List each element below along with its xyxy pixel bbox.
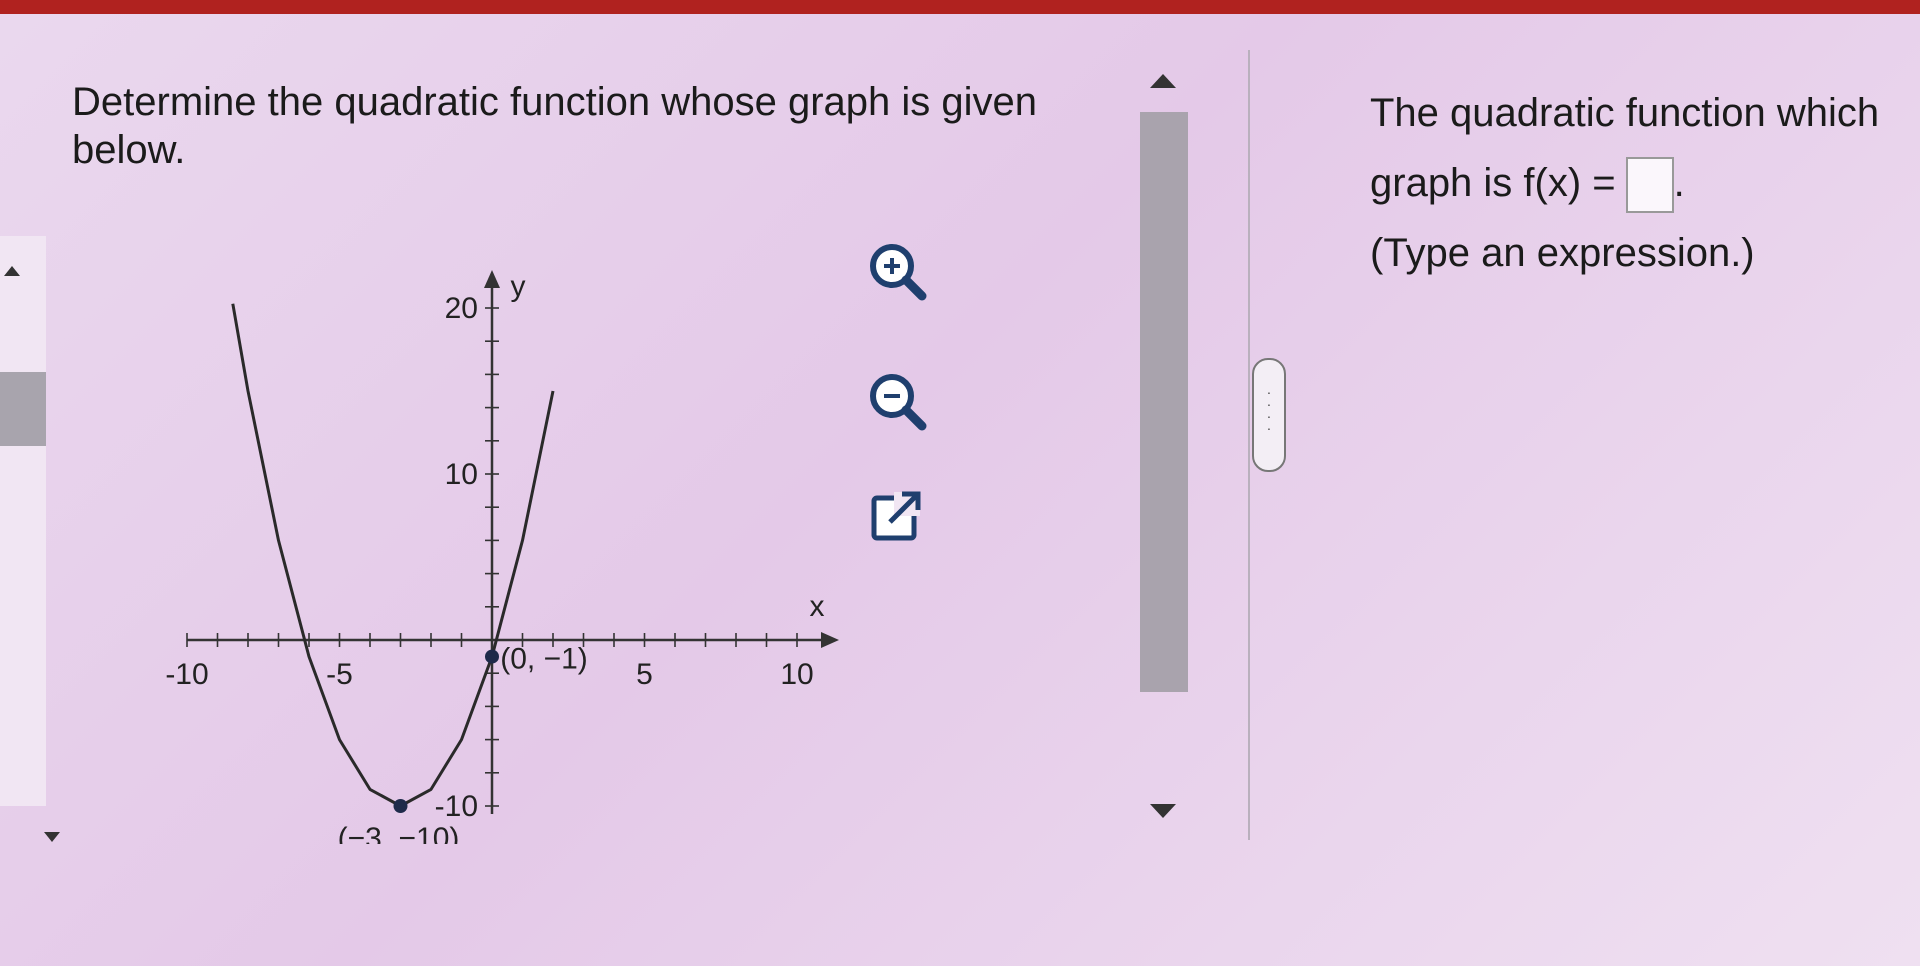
x-tick-label: -10	[165, 658, 208, 691]
external-link-icon	[871, 491, 921, 541]
point-label: (0, −1)	[500, 643, 588, 676]
vertex-point	[393, 799, 408, 813]
answer-input[interactable]	[1625, 157, 1674, 214]
pane-resize-handle[interactable]: · · · ·	[1252, 358, 1286, 472]
question-scrollbar[interactable]	[1140, 74, 1190, 834]
answer-hint: (Type an expression.)	[1370, 231, 1755, 275]
point-label: (−3, −10)	[338, 822, 460, 844]
parabola-curve	[231, 303, 555, 808]
curve-layer	[231, 303, 555, 808]
open-new-window-button[interactable]	[862, 484, 932, 554]
y-tick-label: 10	[445, 458, 478, 491]
y-axis-label: y	[511, 270, 526, 303]
x-axis-arrow	[821, 632, 839, 648]
browser-top-edge	[0, 0, 1920, 14]
y-axis-arrow	[484, 270, 500, 288]
drag-dots-icon: · · · ·	[1266, 384, 1272, 436]
answer-line-2: graph is f(x) =.	[1370, 148, 1920, 218]
scroll-thumb[interactable]	[1140, 112, 1188, 692]
answer-line-1: The quadratic function which	[1370, 91, 1880, 135]
answer-prefix: graph is f(x) =	[1370, 161, 1616, 205]
x-tick-label: -5	[326, 658, 353, 691]
x-axis-label: x	[810, 590, 825, 623]
question-text: Determine the quadratic function whose g…	[72, 80, 1037, 172]
graph-panel: -10 -5 5 10 -10 10 20 x y (−3, −10) (0, −1)	[140, 224, 860, 855]
zoom-out-button[interactable]	[862, 366, 932, 436]
axes	[186, 270, 839, 814]
zoom-in-icon	[870, 244, 927, 301]
parabola-graph: -10 -5 5 10 -10 10 20 x y (−3, −10) (0, −1)	[165, 270, 839, 855]
zoom-out-icon	[870, 374, 927, 431]
labels-layer: -10 -5 5 10 -10 10 20 x y (−3, −10) (0, −1)	[165, 270, 825, 855]
answer-panel: The quadratic function which graph is f(…	[1370, 78, 1920, 288]
pane-divider	[1248, 50, 1250, 840]
left-scrollbar[interactable]	[0, 236, 60, 842]
scroll-up-icon[interactable]	[1150, 74, 1176, 88]
left-scroll-up-icon[interactable]	[4, 266, 20, 276]
y-tick-label: -10	[435, 790, 478, 823]
left-scroll-thumb[interactable]	[0, 372, 46, 446]
problem-page: Determine the quadratic function whose g…	[0, 14, 1920, 966]
answer-suffix: .	[1673, 161, 1685, 205]
points-layer	[393, 649, 499, 813]
x-tick-label: 5	[636, 658, 653, 691]
left-scroll-down-icon[interactable]	[44, 832, 60, 842]
y-tick-label: 20	[445, 292, 478, 325]
x-tick-label: 10	[780, 658, 813, 691]
scroll-down-icon[interactable]	[1150, 804, 1176, 818]
vertex-point	[485, 649, 499, 664]
zoom-in-button[interactable]	[862, 236, 932, 306]
